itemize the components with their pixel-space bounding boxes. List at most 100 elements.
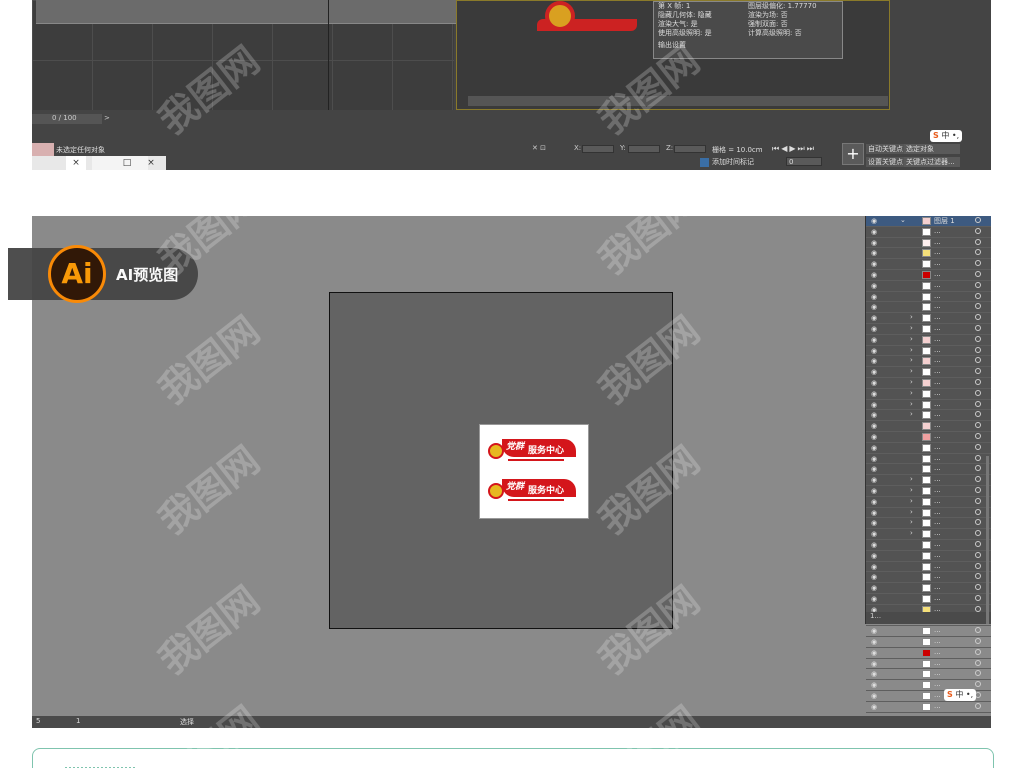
target-icon[interactable] (975, 314, 981, 321)
target-icon[interactable] (975, 681, 981, 688)
eye-icon[interactable]: ◉ (871, 541, 877, 549)
target-icon[interactable] (975, 508, 981, 515)
target-icon[interactable] (975, 411, 981, 418)
layer-row[interactable]: ◉... (866, 443, 991, 454)
layer-row[interactable]: ◉... (866, 626, 991, 638)
eye-icon[interactable]: ◉ (871, 228, 877, 236)
chevron-right-icon[interactable]: › (910, 475, 913, 483)
layer-row[interactable]: ◉... (866, 238, 991, 249)
target-icon[interactable] (975, 335, 981, 342)
layer-row[interactable]: ◉ ›... (866, 378, 991, 389)
eye-icon[interactable]: ◉ (871, 325, 877, 333)
layer-row[interactable]: ◉... (866, 594, 991, 605)
eye-icon[interactable]: ◉ (871, 433, 877, 441)
color-swatch[interactable] (32, 143, 54, 156)
eye-icon[interactable]: ◉ (871, 703, 877, 711)
eye-icon[interactable]: ◉ (871, 390, 877, 398)
current-frame-field[interactable]: 0 (786, 157, 822, 166)
layer-row[interactable]: ◉... (866, 227, 991, 238)
artboard-nav-field[interactable]: 1 (76, 717, 80, 725)
layer-row[interactable]: ◉ ›... (866, 389, 991, 400)
eye-icon[interactable]: ◉ (871, 271, 877, 279)
chevron-right-icon[interactable]: › (910, 324, 913, 332)
layer-row[interactable]: ◉... (866, 583, 991, 594)
layer-row[interactable]: ◉... (866, 659, 991, 670)
coord-y-field[interactable] (628, 145, 660, 153)
viewport-scrollbar[interactable] (468, 96, 888, 106)
add-time-tag-button[interactable]: 添加时间标记 (700, 157, 754, 167)
eye-icon[interactable]: ◉ (871, 519, 877, 527)
target-icon[interactable] (975, 465, 981, 472)
eye-icon[interactable]: ◉ (871, 498, 877, 506)
layer-row[interactable]: ◉ ›... (866, 356, 991, 368)
time-slider[interactable]: 0 / 100 (32, 114, 102, 124)
eye-icon[interactable]: ◉ (871, 465, 877, 473)
eye-icon[interactable]: ◉ (871, 314, 877, 322)
target-icon[interactable] (975, 238, 981, 245)
key-filter-button[interactable]: 关键点过滤器... (904, 157, 960, 167)
eye-icon[interactable]: ◉ (871, 293, 877, 301)
layer-row[interactable]: ◉... (866, 259, 991, 270)
close-icon[interactable]: × (144, 156, 158, 170)
eye-icon[interactable]: ◉ (871, 584, 877, 592)
target-icon[interactable] (975, 432, 981, 439)
target-icon[interactable] (975, 454, 981, 461)
target-icon[interactable] (975, 422, 981, 429)
viewport-left[interactable] (32, 0, 554, 110)
eye-icon[interactable]: ◉ (871, 627, 877, 635)
ime-toolbar[interactable]: S 中 •, (930, 130, 963, 142)
artwork-preview[interactable]: 党群 服务中心 党群 服务中心 (479, 424, 589, 519)
chevron-right-icon[interactable]: › (910, 335, 913, 343)
eye-icon[interactable]: ◉ (871, 411, 877, 419)
playback-controls[interactable]: ⏮◀▶⏭⏭ (772, 144, 816, 154)
layer-row[interactable]: ◉ ›... (866, 475, 991, 486)
auto-key-button[interactable]: 自动关键点 (866, 144, 905, 154)
layer-row[interactable]: ◉... (866, 302, 991, 314)
layers-panel[interactable]: ◉ ⌄ 图层 1 ◉... ◉... ◉... ◉... ◉... ◉... ◉... ◉..… (865, 216, 991, 713)
eye-icon[interactable]: ◉ (871, 573, 877, 581)
eye-icon[interactable]: ◉ (871, 336, 877, 344)
target-icon[interactable] (975, 476, 981, 483)
chevron-right-icon[interactable]: › (910, 497, 913, 505)
chevron-right-icon[interactable]: › (910, 400, 913, 408)
target-icon[interactable] (975, 260, 981, 267)
target-icon[interactable] (975, 540, 981, 547)
target-icon[interactable] (975, 702, 981, 709)
viewport-divider[interactable] (328, 0, 329, 110)
layer-row[interactable]: ◉... (866, 669, 991, 681)
layer-row[interactable]: ◉ ›... (866, 508, 991, 519)
target-icon[interactable] (975, 303, 981, 310)
eye-icon[interactable]: ◉ (871, 660, 877, 668)
target-icon[interactable] (975, 627, 981, 634)
layer-row-head[interactable]: ◉ ⌄ 图层 1 (866, 216, 991, 227)
chevron-right-icon[interactable]: › (910, 529, 913, 537)
layer-row[interactable]: ◉... (866, 454, 991, 465)
coord-z-field[interactable] (674, 145, 706, 153)
eye-icon[interactable]: ◉ (871, 260, 877, 268)
target-icon[interactable] (975, 378, 981, 385)
target-icon[interactable] (975, 497, 981, 504)
eye-icon[interactable]: ◉ (871, 487, 877, 495)
close-icon[interactable]: × (66, 156, 86, 170)
add-key-button[interactable]: + (842, 143, 864, 165)
eye-icon[interactable]: ◉ (871, 444, 877, 452)
target-icon[interactable] (975, 270, 981, 277)
target-icon[interactable] (975, 217, 981, 223)
target-icon[interactable] (975, 486, 981, 493)
target-icon[interactable] (975, 573, 981, 580)
target-icon[interactable] (975, 648, 981, 655)
target-icon[interactable] (975, 584, 981, 591)
target-icon[interactable] (975, 249, 981, 256)
layer-row[interactable]: ◉ ›... (866, 486, 991, 497)
eye-icon[interactable]: ◉ (871, 681, 877, 689)
target-icon[interactable] (975, 605, 981, 612)
zoom-field[interactable]: 5 (36, 717, 40, 725)
eye-icon[interactable]: ◉ (871, 303, 877, 311)
chevron-right-icon[interactable]: › (910, 410, 913, 418)
eye-icon[interactable]: ◉ (871, 595, 877, 603)
chevron-right-icon[interactable]: › (910, 313, 913, 321)
target-icon[interactable] (975, 292, 981, 299)
layer-row[interactable]: ◉ ›... (866, 410, 991, 422)
eye-icon[interactable]: ◉ (871, 239, 877, 247)
layer-row[interactable]: ◉... (866, 248, 991, 260)
